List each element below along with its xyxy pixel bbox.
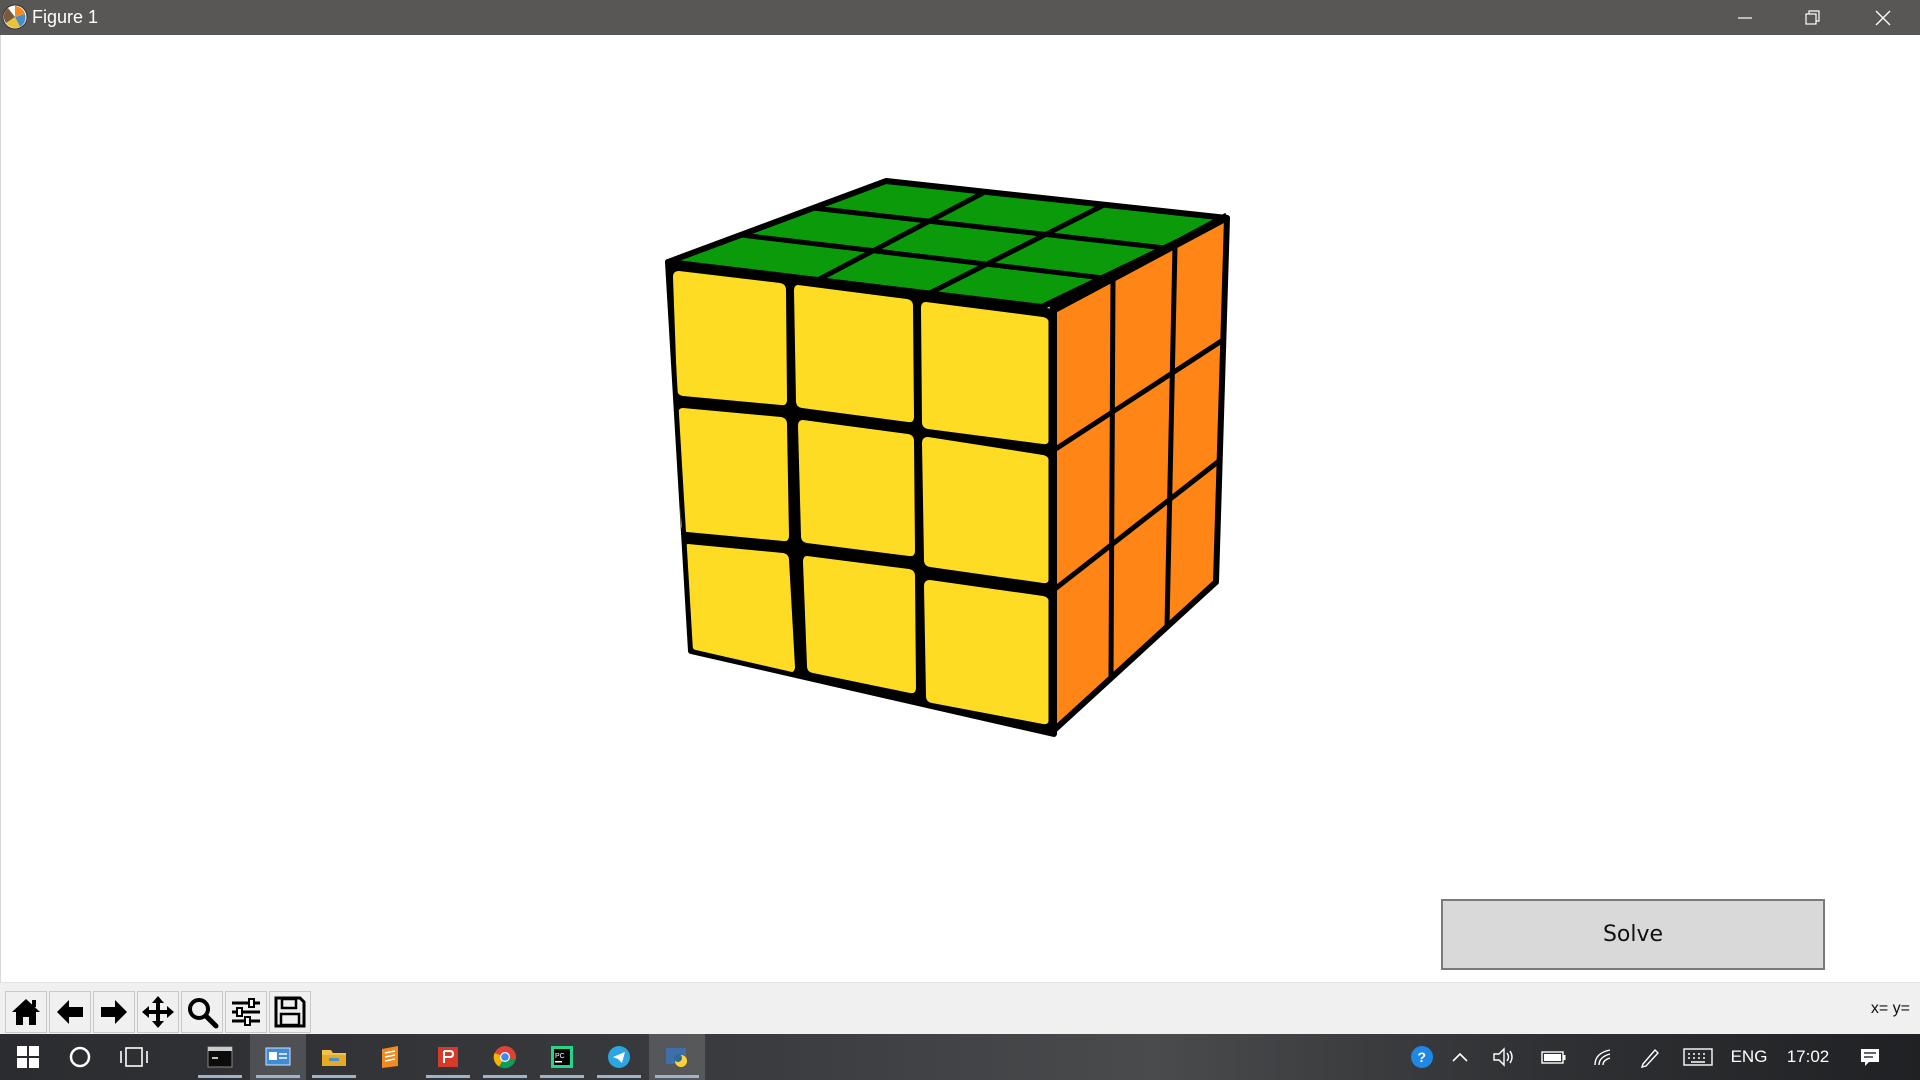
file-explorer-icon [322,1050,346,1066]
control-panel-icon [265,1047,291,1066]
cube-front-detail [666,212,1229,736]
python-icon [666,1048,687,1067]
chrome-icon [493,1046,516,1069]
tray-help[interactable]: ? [1402,1034,1442,1080]
tray-notifications[interactable] [1850,1034,1890,1080]
zoom-icon [188,998,219,1029]
tray-keyboard[interactable] [1676,1034,1720,1080]
close-button[interactable] [1848,0,1918,35]
window-title: Figure 1 [32,7,99,27]
figure-canvas[interactable]: Solve [0,35,1920,982]
matplotlib-icon [2,4,28,30]
chevron-up-icon [1452,1052,1468,1062]
solve-button[interactable]: Solve [1441,899,1825,970]
forward-arrow-icon [101,1000,127,1024]
battery-icon [1541,1051,1566,1064]
taskbar-terminal[interactable] [192,1034,248,1080]
pen-icon [1640,1048,1659,1068]
task-view-icon [120,1047,148,1067]
volume-icon [1493,1047,1513,1067]
start-icon [17,1046,39,1068]
taskbar-sublime[interactable] [362,1034,418,1080]
svg-text:PC: PC [555,1053,565,1060]
tray-language[interactable]: ENG [1726,1034,1772,1080]
home-icon [12,999,40,1025]
minimize-icon [1738,16,1752,19]
save-icon [274,996,306,1028]
keyboard-icon [1683,1048,1713,1066]
restore-icon [1805,9,1820,25]
terminal-icon [207,1046,233,1068]
start-button[interactable] [0,1034,56,1080]
app-red-icon [438,1047,458,1067]
pan-button[interactable] [137,991,179,1033]
taskbar-python[interactable] [649,1034,705,1080]
taskbar-chrome[interactable] [477,1034,533,1080]
taskbar-pycharm[interactable]: PC [534,1034,590,1080]
home-button[interactable] [5,991,47,1033]
back-button[interactable] [49,991,91,1033]
pycharm-icon: PC [551,1046,573,1068]
taskbar-file-explorer[interactable] [306,1034,362,1080]
tray-pen[interactable] [1630,1034,1670,1080]
telegram-icon [608,1046,630,1068]
taskbar-app-red[interactable] [420,1034,476,1080]
tray-battery[interactable] [1532,1034,1576,1080]
navigation-toolbar: x= y= [0,982,1920,1035]
notification-icon [1861,1049,1879,1066]
save-button[interactable] [269,991,311,1033]
tray-network[interactable] [1584,1034,1624,1080]
zoom-button[interactable] [181,991,223,1033]
title-bar: Figure 1 [0,0,1920,35]
close-icon [1875,10,1891,25]
tray-show-hidden[interactable] [1442,1034,1478,1080]
configure-subplots-button[interactable] [225,991,267,1033]
tray-clock[interactable]: 17:02 [1778,1034,1838,1080]
wifi-icon [1594,1049,1611,1066]
configure-subplots-icon [232,998,260,1026]
help-icon: ? [1411,1046,1433,1068]
sublime-icon [382,1046,398,1068]
cortana-icon [69,1046,91,1068]
tray-volume[interactable] [1484,1034,1524,1080]
taskbar-telegram[interactable] [591,1034,647,1080]
back-arrow-icon [57,1000,83,1024]
cursor-coordinates: x= y= [1870,1000,1910,1017]
svg-text:?: ? [1418,1049,1427,1065]
taskbar-control-panel[interactable] [250,1034,306,1080]
minimize-button[interactable] [1710,0,1780,35]
windows-taskbar: PC ? ENG 17:02 [0,1034,1920,1080]
forward-button[interactable] [93,991,135,1033]
task-view-button[interactable] [106,1034,162,1080]
restore-button[interactable] [1778,0,1848,35]
cortana-button[interactable] [52,1034,108,1080]
pan-icon [142,996,174,1028]
